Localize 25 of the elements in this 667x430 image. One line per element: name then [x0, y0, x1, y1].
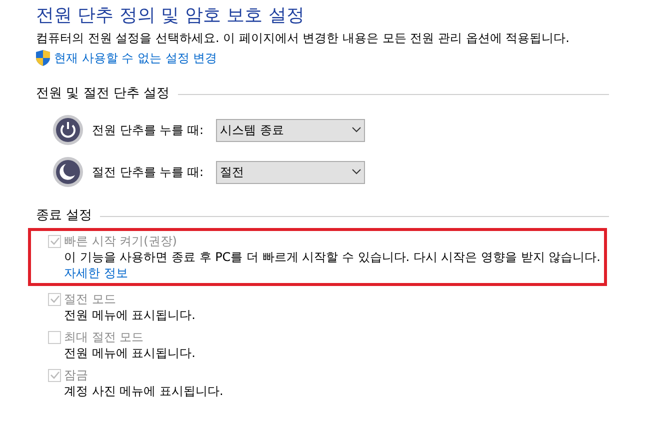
option-label: 잠금 — [64, 367, 88, 383]
option-description: 전원 메뉴에 표시됩니다. — [63, 307, 196, 323]
option-label: 최대 절전 모드 — [64, 329, 144, 345]
option-label: 빠른 시작 켜기(권장) — [64, 233, 177, 249]
action-dropdown[interactable]: 절전 — [216, 160, 365, 184]
action-label: 절전 단추를 누를 때: — [92, 164, 204, 180]
option-description: 이 기능을 사용하면 종료 후 PC를 더 빠르게 시작할 수 있습니다. 다시 시작은 영향을 받지 않습니다. — [63, 249, 600, 265]
checkmark-icon — [50, 237, 60, 245]
page-title: 전원 단추 정의 및 암호 보호 설정 — [36, 8, 304, 24]
chevron-down-icon — [352, 169, 361, 175]
checkmark-icon — [50, 295, 60, 303]
action-label: 전원 단추를 누를 때: — [92, 122, 204, 138]
power-icon — [52, 114, 84, 146]
option-description: 계정 사진 메뉴에 표시됩니다. — [63, 383, 224, 399]
shield-icon — [36, 50, 50, 66]
option-label: 절전 모드 — [64, 291, 116, 307]
chevron-down-icon — [352, 127, 361, 133]
section-heading: 종료 설정 — [36, 208, 92, 224]
action-dropdown[interactable]: 시스템 종료 — [216, 118, 365, 142]
option-description: 전원 메뉴에 표시됩니다. — [63, 345, 196, 361]
section-heading: 전원 및 절전 단추 설정 — [36, 86, 170, 102]
checkmark-icon — [50, 371, 60, 379]
page-description: 컴퓨터의 전원 설정을 선택하세요. 이 페이지에서 변경한 내용은 모든 전원 관리 옵션에 적용됩니다. — [36, 30, 570, 46]
admin-settings-link[interactable]: 현재 사용할 수 없는 설정 변경 — [54, 50, 218, 66]
moon-icon — [52, 156, 84, 188]
